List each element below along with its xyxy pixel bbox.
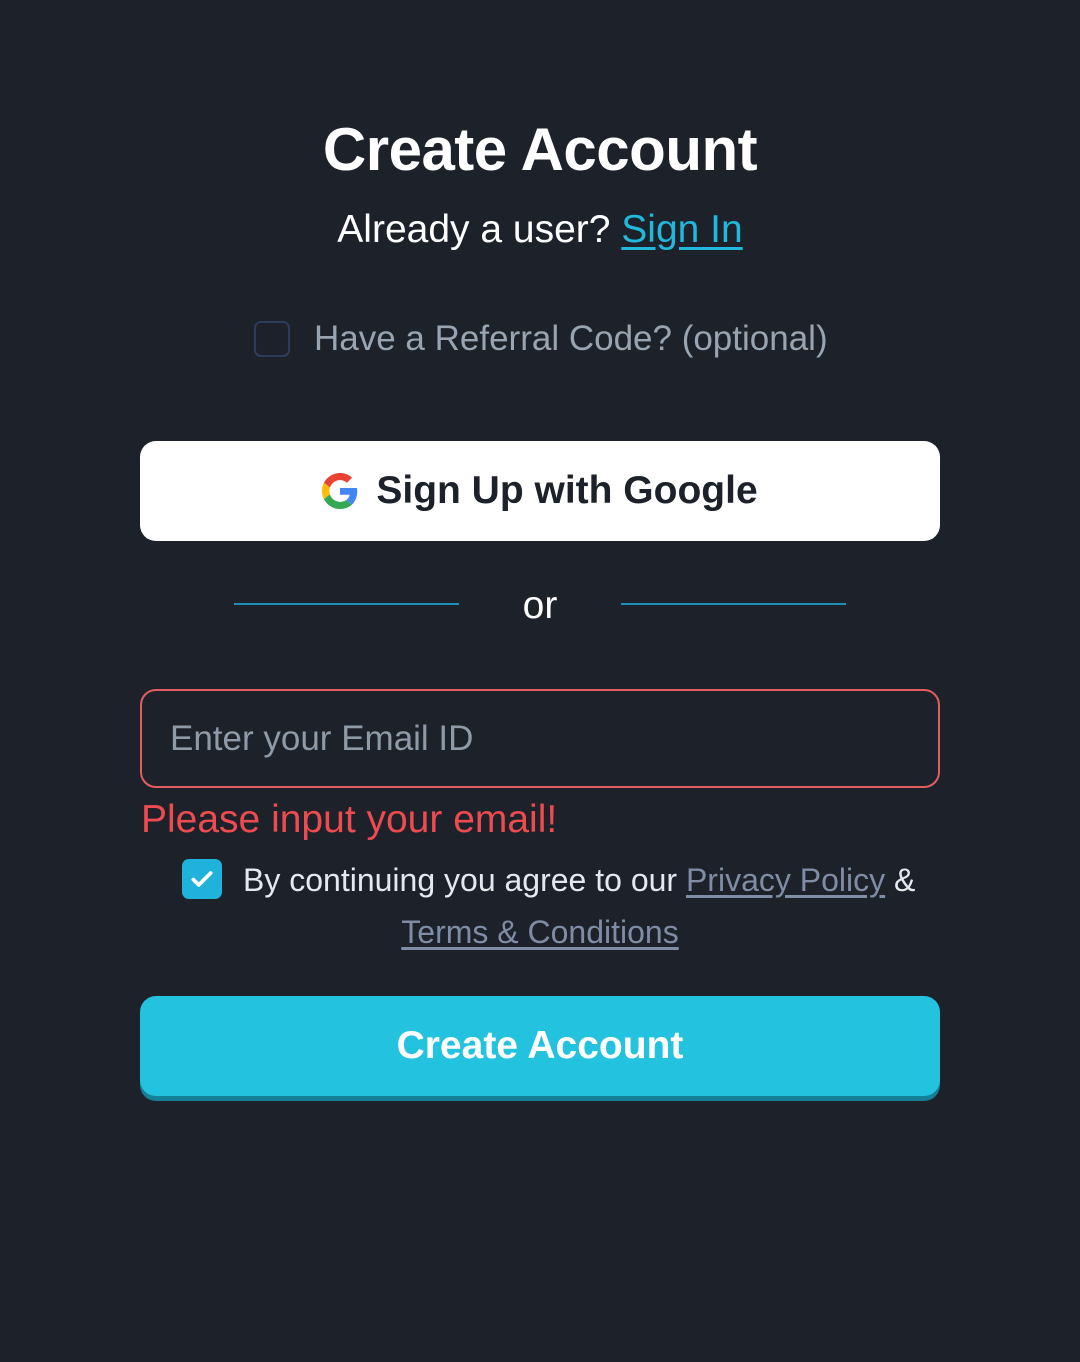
terms-conditions-link[interactable]: Terms & Conditions xyxy=(401,914,678,950)
agreement-prefix: By continuing you agree to our xyxy=(243,862,678,898)
sign-in-prompt: Already a user? Sign In xyxy=(0,204,1080,256)
referral-label: Have a Referral Code? (optional) xyxy=(314,319,828,358)
referral-code-option[interactable]: Have a Referral Code? (optional) xyxy=(254,316,828,362)
agreement-checkbox[interactable] xyxy=(182,859,222,899)
page-title: Create Account xyxy=(322,116,758,183)
google-icon xyxy=(322,473,358,509)
already-user-text: Already a user? xyxy=(337,208,611,251)
agreement-ampersand: & xyxy=(894,862,916,898)
agreement-text-line2: Terms & Conditions xyxy=(0,910,1080,954)
checkmark-icon xyxy=(191,871,213,887)
create-account-page: Create Account Already a user? Sign In H… xyxy=(0,0,1080,1362)
divider-right-line xyxy=(621,603,846,605)
create-account-label: Create Account xyxy=(396,1024,684,1067)
create-account-button[interactable]: Create Account xyxy=(140,996,940,1096)
agreement-text: By continuing you agree to our Privacy P… xyxy=(243,858,915,902)
sign-in-link[interactable]: Sign In xyxy=(621,208,742,251)
divider-or-text: or xyxy=(522,584,558,627)
email-error-message: Please input your email! xyxy=(141,798,558,841)
email-input[interactable] xyxy=(140,689,940,788)
google-button-label: Sign Up with Google xyxy=(376,469,758,512)
privacy-policy-link[interactable]: Privacy Policy xyxy=(686,862,885,898)
referral-checkbox[interactable] xyxy=(254,321,290,357)
google-signup-button[interactable]: Sign Up with Google xyxy=(140,441,940,541)
